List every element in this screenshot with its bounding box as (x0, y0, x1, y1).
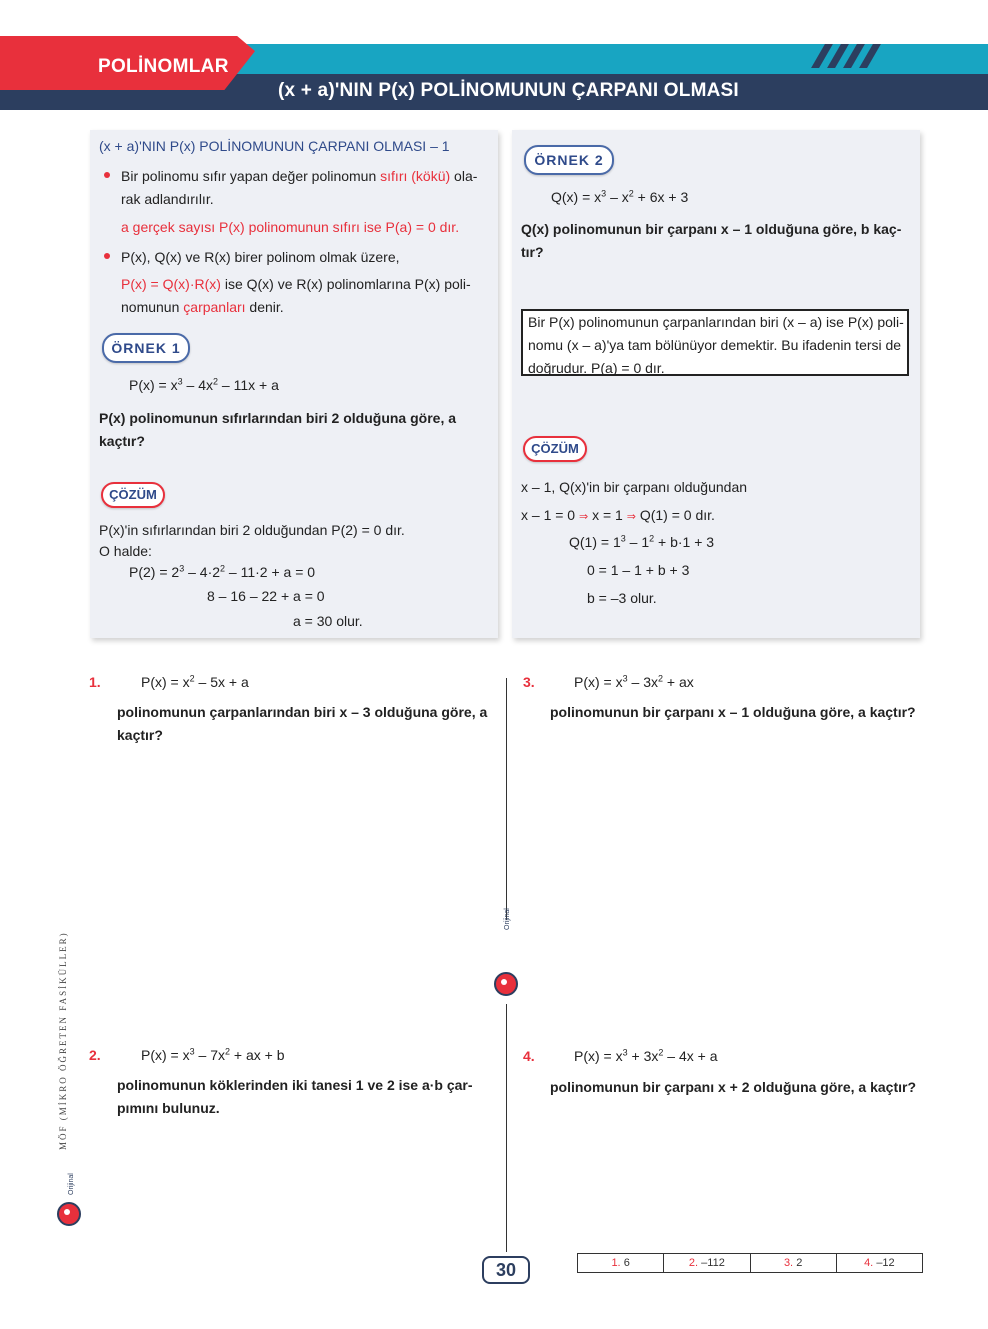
answer-cell: 1. 6 (578, 1254, 665, 1272)
info-note-box: Bir P(x) polinomunun çarpanlarından biri… (521, 309, 909, 376)
note-line3: doğrudur. P(a) = 0 dır. (528, 360, 665, 376)
example2-solution-badge: ÇÖZÜM (523, 436, 587, 462)
example2-question-line2: tır? (521, 244, 544, 260)
example1-solution-line3: P(2) = 23 – 4·22 – 11·2 + a = 0 (129, 563, 316, 580)
column-divider (506, 1004, 507, 1252)
question4-expression: P(x) = x3 + 3x2 – 4x + a (574, 1047, 718, 1064)
question1-line1: polinomunun çarpanlarından biri x – 3 ol… (117, 704, 488, 720)
theory-b2-line2: P(x) = Q(x)·R(x) ise Q(x) ve R(x) polino… (121, 276, 471, 292)
example1-question-line1: P(x) polinomunun sıfırlarından biri 2 ol… (99, 410, 457, 426)
brand-logo-icon (57, 1202, 81, 1226)
example1-question-line2: kaçtır? (99, 433, 145, 449)
brand-logo-icon (494, 972, 518, 996)
header-stripes (808, 44, 888, 68)
implies-arrow-icon: ⇒ (626, 511, 636, 523)
logo-label: Orijinal (504, 908, 511, 930)
example1-solution-line4: 8 – 16 – 22 + a = 0 (207, 588, 325, 604)
page-number: 30 (482, 1256, 530, 1284)
question-number: 3. (523, 674, 535, 690)
question-number: 4. (523, 1048, 535, 1064)
logo-label: Orijinal (68, 1173, 75, 1195)
series-side-label: MÖF (MİKRO ÖĞRETEN FASİKÜLLER) (58, 931, 68, 1150)
theory-b1-line2: rak adlandırılır. (121, 191, 214, 207)
column-divider (506, 678, 507, 920)
question3-expression: P(x) = x3 – 3x2 + ax (574, 673, 694, 690)
example2-solution-line4: 0 = 1 – 1 + b + 3 (587, 562, 690, 578)
answer-cell: 3. 2 (751, 1254, 837, 1272)
page-header: POLİNOMLAR (x + a)'NIN P(x) POLİNOMUNUN … (0, 0, 988, 112)
example1-solution-line1: P(x)'in sıfırlarından biri 2 olduğundan … (99, 522, 405, 538)
question1-line2: kaçtır? (117, 727, 163, 743)
example1-solution-line5: a = 30 olur. (293, 613, 363, 629)
example1-expression: P(x) = x3 – 4x2 – 11x + a (129, 376, 279, 393)
section-title: (x + a)'NIN P(x) POLİNOMUNUN ÇARPANI OLM… (278, 80, 739, 101)
theory-b1-line3: a gerçek sayısı P(x) polinomunun sıfırı … (121, 219, 460, 235)
answer-cell: 2. –112 (664, 1254, 751, 1272)
answer-key: 1. 6 2. –112 3. 2 4. –12 (577, 1253, 923, 1273)
question2-expression: P(x) = x3 – 7x2 + ax + b (141, 1046, 285, 1063)
question2-line2: pımını bulunuz. (117, 1100, 220, 1116)
question-number: 2. (89, 1047, 101, 1063)
topic-title: POLİNOMLAR (98, 56, 229, 77)
question4-line1: polinomunun bir çarpanı x + 2 olduğuna g… (550, 1079, 916, 1095)
bullet-dot (104, 253, 110, 259)
example2-solution-line5: b = –3 olur. (587, 590, 657, 606)
note-line1: Bir P(x) polinomunun çarpanlarından biri… (528, 314, 904, 330)
example2-solution-line1: x – 1, Q(x)'in bir çarpanı olduğundan (521, 479, 748, 495)
example2-badge: ÖRNEK 2 (524, 145, 614, 175)
question2-line1: polinomunun köklerinden iki tanesi 1 ve … (117, 1077, 473, 1093)
note-line2: nomu (x – a)'ya tam bölünüyor demektir. … (528, 337, 902, 353)
example1-badge: ÖRNEK 1 (102, 333, 190, 363)
example2-question-line1: Q(x) polinomunun bir çarpanı x – 1 olduğ… (521, 221, 902, 237)
example2-solution-line2: x – 1 = 0 ⇒ x = 1 ⇒ Q(1) = 0 dır. (521, 507, 715, 523)
question-number: 1. (89, 674, 101, 690)
example2-solution-line3: Q(1) = 13 – 12 + b·1 + 3 (569, 533, 715, 550)
theory-b1-line1: Bir polinomu sıfır yapan değer polinomun… (121, 168, 478, 184)
question1-expression: P(x) = x2 – 5x + a (141, 673, 249, 690)
theory-b2-line3: nomunun çarpanları denir. (121, 299, 284, 315)
example1-solution-line2: O halde: (99, 543, 152, 559)
example1-solution-badge: ÇÖZÜM (101, 482, 165, 508)
example2-expression: Q(x) = x3 – x2 + 6x + 3 (551, 188, 689, 205)
implies-arrow-icon: ⇒ (578, 511, 589, 523)
theory-b2-line1: P(x), Q(x) ve R(x) birer polinom olmak ü… (121, 249, 400, 265)
theory-heading: (x + a)'NIN P(x) POLİNOMUNUN ÇARPANI OLM… (99, 138, 450, 154)
question3-line1: polinomunun bir çarpanı x – 1 olduğuna g… (550, 704, 916, 720)
answer-cell: 4. –12 (864, 1257, 895, 1269)
bullet-dot (104, 172, 110, 178)
